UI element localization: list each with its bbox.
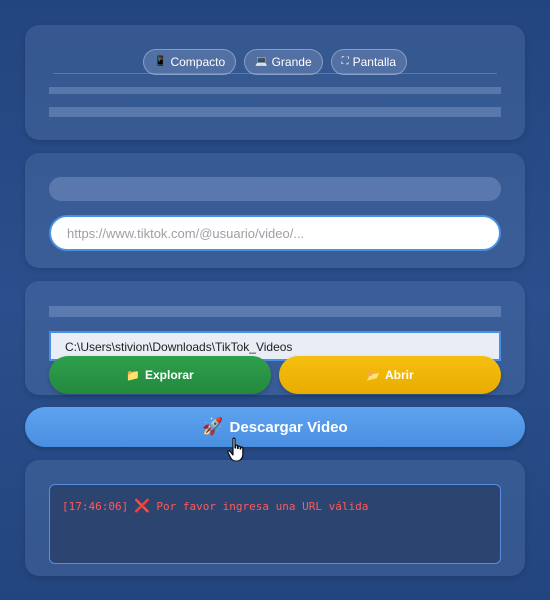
rocket-icon: 🚀 [202,417,224,436]
placeholder-bar [49,107,501,117]
log-timestamp: [17:46:06] [62,500,129,513]
fullscreen-icon: ⛶ [341,56,349,67]
download-button[interactable]: 🚀 Descargar Video [25,407,525,447]
laptop-icon: 💻 [255,56,268,67]
view-mode-panel: 📱 Compacto 💻 Grande ⛶ Pantalla [25,25,525,140]
open-label: Abrir [385,368,414,382]
fullscreen-mode-button[interactable]: ⛶ Pantalla [330,49,407,75]
folder-icon: 📁 [126,369,140,382]
explore-button[interactable]: 📁 Explorar [49,356,271,394]
log-output: [17:46:06] ❌ Por favor ingresa una URL v… [49,484,501,564]
open-folder-icon: 📂 [366,369,381,382]
url-panel [25,153,525,268]
log-panel: [17:46:06] ❌ Por favor ingresa una URL v… [25,460,525,576]
log-message: Por favor ingresa una URL válida [156,500,369,513]
download-label: Descargar Video [229,418,348,436]
log-entry: [17:46:06] ❌ Por favor ingresa una URL v… [62,499,488,514]
open-button[interactable]: 📂 Abrir [279,356,501,394]
error-icon: ❌ [134,499,151,514]
fullscreen-mode-label: Pantalla [352,55,396,69]
view-mode-bar: 📱 Compacto 💻 Grande ⛶ Pantalla [25,49,525,75]
large-mode-button[interactable]: 💻 Grande [244,49,323,75]
url-label-placeholder [49,177,501,201]
large-mode-label: Grande [271,55,312,69]
explore-label: Explorar [145,368,194,382]
compact-mode-label: Compacto [170,55,226,69]
divider [53,73,497,74]
placeholder-bar [49,87,501,94]
folder-label-placeholder [49,306,501,317]
phone-icon: 📱 [153,56,167,67]
compact-mode-button[interactable]: 📱 Compacto [142,49,237,75]
folder-panel: C:\Users\stivion\Downloads\TikTok_Videos… [25,281,525,395]
url-input[interactable] [49,215,501,251]
